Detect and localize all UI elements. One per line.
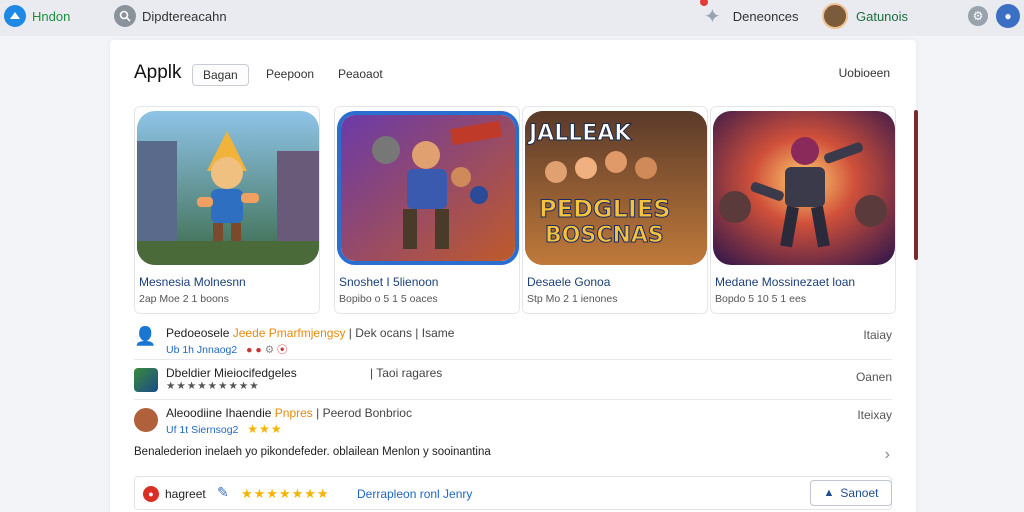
game-art-3-top-text: JALLEAK (528, 121, 632, 147)
footer-meta: Derrapleon ronl Jenry (357, 487, 473, 501)
game-title-3: Desaele Gonoa (527, 275, 611, 289)
game-art-2 (337, 111, 519, 265)
settings-button[interactable]: ⚙ (968, 0, 988, 32)
gear-icon: ⚙ (968, 6, 988, 26)
list-item-title-a: Aleoodiine Ihaendie (166, 406, 272, 420)
main-card: Applk Bagan Peepoon Peaoaot Uobioeen Mes… (110, 40, 916, 512)
pin-icon: ✎ (217, 484, 229, 500)
description-text: Benalederion inelaeh yo pikondefeder. ob… (134, 446, 491, 458)
game-art-4 (713, 111, 895, 265)
game-art-3-bottom-text: BOSCNAS (545, 223, 665, 249)
tab-2[interactable]: Peepoon (266, 64, 314, 86)
top-bar: Hndon Dipdtereacahn ✦ Deneonces Gatunois… (0, 0, 1024, 36)
list-item-title-b: Pnpres (274, 406, 313, 420)
avatar (822, 3, 848, 29)
game-tile-2[interactable]: Snoshet I 5lienoon Bopibo o 5 1 5 oaces (334, 106, 520, 314)
brand[interactable]: Hndon (4, 0, 70, 32)
tab-3[interactable]: Peaoaot (338, 64, 383, 86)
list-item-title-b: Jeede Pmarfmjengsy (232, 326, 346, 340)
game-tile-4[interactable]: Medane Mossinezaet loan Bopdo 5 10 5 1 e… (710, 106, 896, 314)
game-meta-2: Bopibo o 5 1 5 oaces (339, 293, 438, 305)
list-item-title-c: | Peerod Bonbrioc (316, 406, 412, 420)
tab-1[interactable]: Bagan (192, 64, 249, 86)
profile-icon: ● (996, 4, 1020, 28)
footer-row: ● hagreet ✎ ★★★★★★★ Derrapleon ronl Jenr… (134, 476, 892, 510)
app-icon: ● (143, 486, 159, 502)
rating-stars: ★★★★★★★★★ (166, 380, 260, 392)
game-tile-1[interactable]: Mesnesia Molnesnn 2ap Moe 2 1 boons (134, 106, 320, 314)
brand-logo-icon (4, 5, 26, 27)
list-item-title-a: Pedoeosele (166, 326, 230, 340)
list-item-date: Iteixay (857, 408, 892, 422)
list-item-1[interactable]: 👤 Pedoeosele Jeede Pmarfmjengsy | Dek oc… (134, 320, 892, 360)
open-link[interactable]: Oanen (856, 370, 892, 384)
game-art-3: JALLEAK PEDGLIES BOSCNAS (525, 111, 707, 265)
game-meta-3: Stp Mo 2 1 ienones (527, 293, 618, 305)
footer-stars: ★★★★★★★ (241, 486, 330, 501)
see-all-link[interactable]: Uobioeen (839, 66, 890, 80)
footer-label: hagreet (165, 487, 206, 501)
list-item-sub: Uf 1t Siernsog2 (166, 424, 239, 436)
game-art-1 (137, 111, 319, 265)
game-tile-3[interactable]: JALLEAK PEDGLIES BOSCNAS Desaele Gonoa S… (522, 106, 708, 314)
game-thumb-icon (134, 368, 158, 392)
rating-stars: ★★★ (247, 422, 283, 436)
select-button[interactable]: ▲ Sanoet (810, 480, 892, 506)
avatar-icon (134, 408, 158, 432)
list-item-sub: Ub 1h Jnnaog2 (166, 344, 238, 356)
game-art-3-main-text: PEDGLIES (539, 195, 672, 224)
search-text: Dipdtereacahn (142, 8, 227, 24)
user-name: Gatunois (856, 8, 909, 24)
search-icon (114, 5, 136, 27)
notifications-label: Deneonces (732, 8, 799, 24)
brand-name: Hndon (32, 8, 71, 24)
star-badge-icon: ✦ (700, 0, 721, 29)
user-menu[interactable]: Gatunois (822, 0, 908, 32)
select-button-label: Sanoet (840, 486, 879, 500)
notifications[interactable]: ✦ Deneonces (700, 0, 799, 32)
page-title: Applk (134, 62, 182, 83)
user-icon: 👤 (134, 326, 157, 346)
user-icon: ▲ (823, 487, 835, 499)
game-meta-1: 2ap Moe 2 1 boons (139, 293, 229, 305)
list-item-2[interactable]: Dbeldier Mieiocifedgeles | Taoi ragares … (134, 360, 892, 400)
carousel-next-peek[interactable] (914, 110, 918, 260)
game-title-4: Medane Mossinezaet loan (715, 275, 856, 289)
search-bar[interactable]: Dipdtereacahn (114, 0, 227, 32)
game-meta-4: Bopdo 5 10 5 1 ees (715, 293, 807, 305)
chevron-right-icon[interactable]: › (885, 446, 890, 464)
game-title-1: Mesnesia Molnesnn (139, 275, 246, 289)
list-item-title: Dbeldier Mieiocifedgeles (166, 366, 297, 380)
profile-button[interactable]: ● (996, 0, 1020, 32)
game-title-2: Snoshet I 5lienoon (339, 275, 439, 289)
list-item-extra: | Taoi ragares (370, 366, 443, 380)
list-item-title-c: | Dek ocans | Isame (348, 326, 455, 340)
list-item-date: Itaiay (863, 328, 892, 342)
list-item-3[interactable]: Aleoodiine Ihaendie Pnpres | Peerod Bonb… (134, 400, 892, 442)
badge-icons: ● ● ⚙ ⦿ (246, 344, 288, 356)
